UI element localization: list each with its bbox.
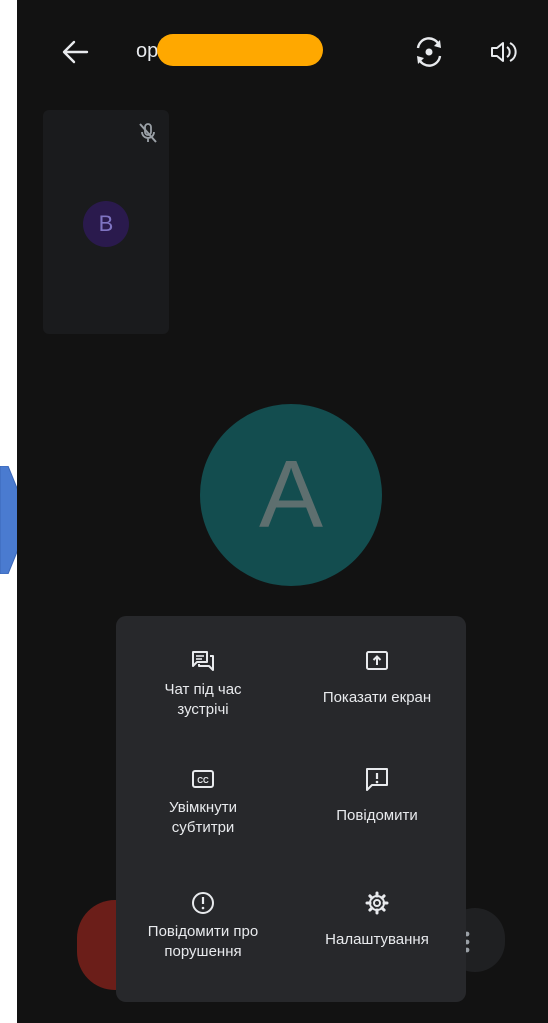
top-bar: op [17, 0, 548, 100]
participant-avatar-b: B [83, 201, 129, 247]
chat-icon [192, 651, 214, 671]
menu-item-label: Налаштування [325, 931, 429, 948]
menu-item-label: Увімкнути субтитри [169, 799, 237, 836]
avatar-initial: A [258, 441, 324, 548]
menu-item-report-abuse[interactable]: Повідомити про порушення [116, 890, 290, 962]
menu-item-label: Повідомити про порушення [147, 923, 259, 960]
settings-icon [365, 891, 389, 915]
captions-icon: CC [192, 770, 214, 788]
menu-item-chat[interactable]: Чат під час зустрічі [116, 648, 290, 720]
report-abuse-icon [192, 892, 214, 914]
avatar-initial: B [98, 211, 114, 236]
menu-item-settings[interactable]: Налаштування [290, 890, 464, 950]
meeting-screen: op B A Чат під час зустрічі Показати екр… [17, 0, 548, 1023]
mic-off-icon [139, 123, 157, 143]
menu-item-label: Показати екран [322, 689, 432, 706]
switch-camera-icon[interactable] [409, 32, 449, 72]
menu-item-label: Чат під час зустрічі [164, 681, 242, 718]
meeting-title: op [136, 40, 159, 62]
redaction-mark [157, 34, 323, 66]
present-screen-icon [366, 651, 388, 670]
main-participant-avatar: A [200, 404, 382, 586]
menu-item-present-screen[interactable]: Показати екран [290, 648, 464, 708]
feedback-icon [366, 768, 388, 791]
arrow-back-icon[interactable] [57, 34, 93, 70]
svg-text:CC: CC [197, 776, 209, 785]
menu-item-label: Повідомити [336, 807, 418, 824]
menu-item-feedback[interactable]: Повідомити [290, 766, 464, 826]
menu-item-captions[interactable]: CC Увімкнути субтитри [116, 766, 290, 838]
volume-icon[interactable] [487, 36, 519, 68]
overflow-menu: Чат під час зустрічі Показати екран CC У… [116, 616, 466, 1002]
